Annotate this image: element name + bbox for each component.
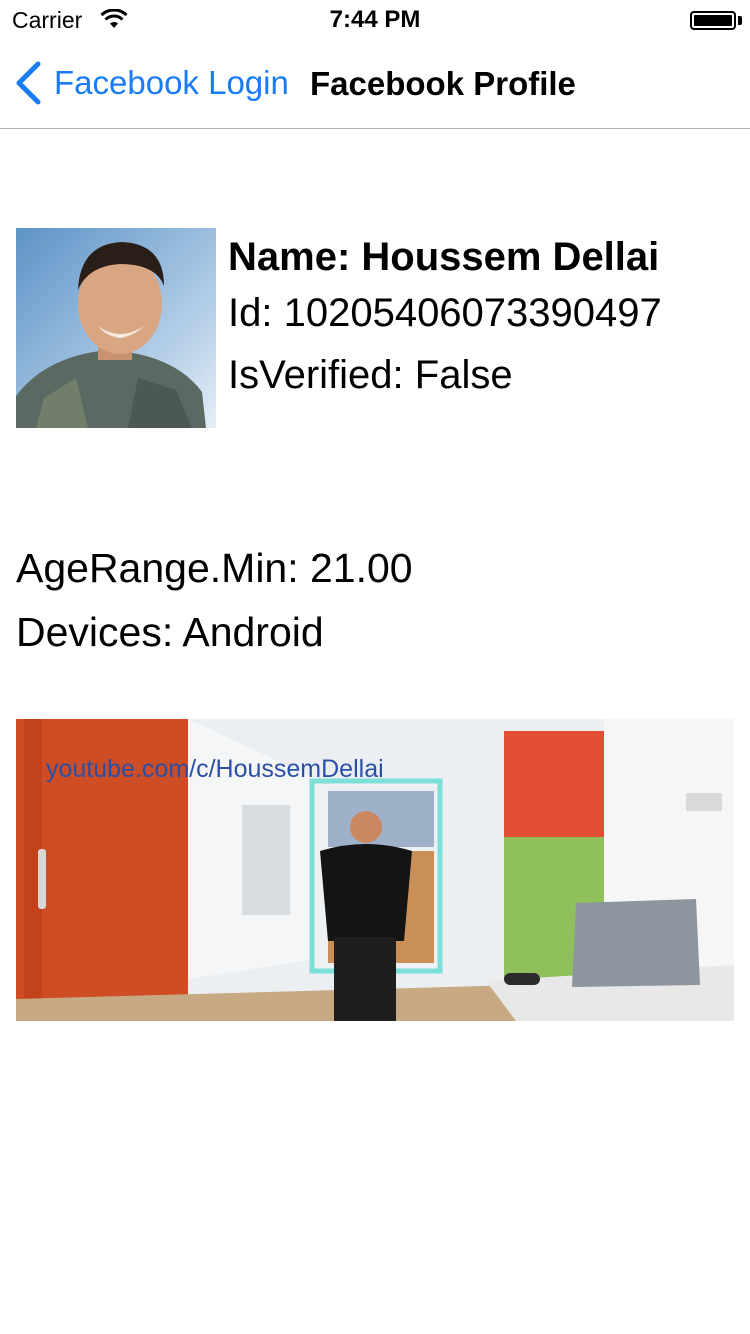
battery-icon	[690, 11, 736, 30]
video-caption: youtube.com/c/HoussemDellai	[46, 755, 384, 783]
clock: 7:44 PM	[329, 6, 421, 33]
profile-picture	[16, 228, 216, 428]
battery-tip	[738, 16, 742, 25]
back-button[interactable]: Facebook Login	[14, 60, 289, 106]
profile-info: Name: Houssem Dellai Id: 102054060733904…	[228, 232, 662, 406]
profile-name: Name: Houssem Dellai	[228, 235, 660, 279]
navigation-bar: Facebook Login Facebook Profile	[0, 40, 750, 129]
profile-id: Id: 10205406073390497	[228, 291, 662, 335]
back-button-label: Facebook Login	[54, 64, 289, 101]
age-range: AgeRange.Min: 21.00	[16, 545, 413, 591]
chevron-left-icon	[16, 61, 41, 105]
profile-details: AgeRange.Min: 21.00 Devices: Android	[16, 540, 413, 668]
page-title: Facebook Profile	[310, 65, 576, 102]
video-thumbnail: youtube.com/c/HoussemDellai	[16, 719, 734, 1021]
screen: Carrier 7:44 PM Facebook Login Facebook …	[0, 0, 750, 1334]
devices: Devices: Android	[16, 609, 324, 655]
status-bar: Carrier 7:44 PM	[0, 0, 750, 40]
profile-verified: IsVerified: False	[228, 353, 513, 397]
